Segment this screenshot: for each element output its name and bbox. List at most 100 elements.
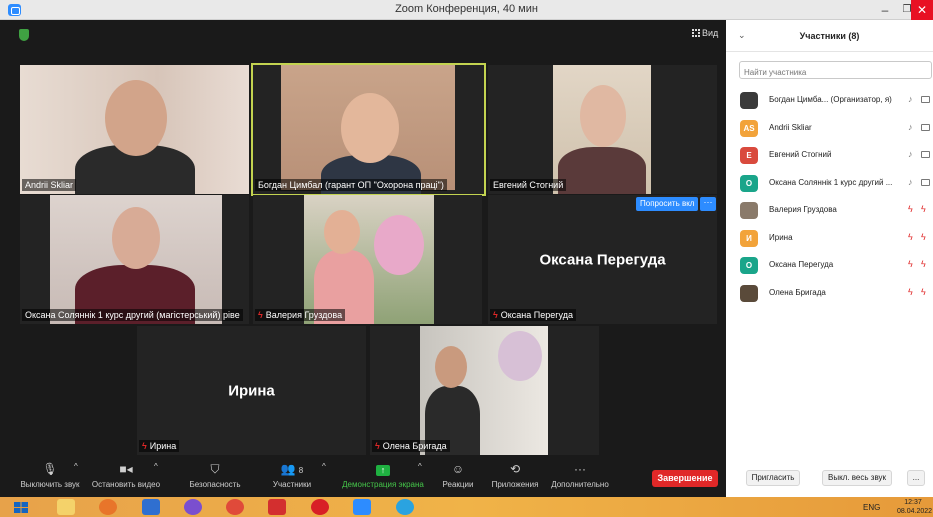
- video-tile[interactable]: Евгений Стогний: [488, 65, 717, 194]
- file-explorer-icon[interactable]: [57, 499, 75, 515]
- video-tile[interactable]: ϟ Олена Бригада: [370, 326, 599, 455]
- tile-name-label: Евгений Стогний: [490, 179, 567, 191]
- participant-search-input[interactable]: [739, 61, 932, 79]
- participants-count: 8: [298, 466, 304, 475]
- tile-name-label: Оксана Соляннік 1 курс другий (магістерс…: [22, 309, 243, 321]
- windows-start-icon[interactable]: [12, 499, 30, 515]
- video-tile[interactable]: Оксана Соляннік 1 курс другий (магістерс…: [20, 195, 249, 324]
- microphone-icon[interactable]: ♪: [908, 149, 913, 159]
- video-tile-active-speaker[interactable]: Богдан Цимбал (гарант ОП "Охорона праці"…: [251, 63, 486, 196]
- participant-row[interactable]: О Оксана Соляннік 1 курс другий ... ♪: [726, 170, 933, 196]
- avatar: AS: [740, 119, 758, 137]
- document-icon[interactable]: [142, 499, 160, 515]
- video-camera-icon[interactable]: [921, 178, 930, 186]
- participant-row[interactable]: Е Евгений Стогний ♪: [726, 142, 933, 168]
- participant-name: Олена Бригада: [769, 287, 826, 297]
- mic-muted-icon: ϟ: [142, 441, 147, 451]
- participant-row[interactable]: Богдан Цимба... (Организатор, я) ♪: [726, 87, 933, 113]
- reactions-label: Реакции: [442, 480, 474, 489]
- mic-muted-icon[interactable]: ϟ: [908, 287, 913, 297]
- windows-taskbar: ENG 12:37 08.04.2022: [0, 497, 933, 517]
- apps-label: Приложения: [491, 480, 539, 489]
- view-button[interactable]: Вид: [692, 28, 718, 38]
- participant-row[interactable]: И Ирина ϟ ϟ: [726, 225, 933, 251]
- reactions-button[interactable]: ☺ Реакции: [440, 462, 476, 489]
- apps-button[interactable]: ⟲ Приложения: [488, 462, 542, 489]
- video-camera-icon[interactable]: [921, 96, 930, 103]
- tile-name-label: Andrii Skliar: [22, 179, 77, 191]
- participant-row[interactable]: Олена Бригада ϟ ϟ: [726, 280, 933, 306]
- person-face: [324, 210, 360, 254]
- stop-video-button[interactable]: ■◂ Остановить видео: [90, 462, 162, 489]
- shield-icon[interactable]: [19, 29, 29, 41]
- viber-icon[interactable]: [184, 499, 202, 515]
- mic-muted-icon[interactable]: ϟ: [908, 259, 913, 269]
- close-button[interactable]: ✕: [911, 0, 933, 20]
- zoom-window: Zoom Конференция, 40 мин – ❐ ✕ Вид Andri…: [0, 0, 933, 517]
- microphone-icon: 🎙: [42, 462, 58, 476]
- share-screen-button[interactable]: ↑ Демонстрация экрана: [340, 462, 426, 489]
- participants-options-chevron-icon[interactable]: ^: [322, 462, 326, 471]
- mic-muted-icon[interactable]: ϟ: [908, 204, 913, 214]
- meeting-area: Вид Andrii Skliar Богдан Цимбал (гарант …: [0, 20, 726, 460]
- mic-muted-icon[interactable]: ϟ: [908, 232, 913, 242]
- person-face: [341, 93, 399, 163]
- participants-label: Участники: [272, 480, 312, 489]
- audio-options-chevron-icon[interactable]: ^: [74, 462, 78, 471]
- video-options-chevron-icon[interactable]: ^: [154, 462, 158, 471]
- video-feed: [20, 65, 249, 194]
- ask-to-unmute-button[interactable]: Попросить вкл: [636, 197, 699, 211]
- participant-name: Евгений Стогний: [769, 150, 832, 159]
- chrome-icon[interactable]: [226, 499, 244, 515]
- apps-icon: ⟲: [509, 462, 521, 476]
- participant-row[interactable]: О Оксана Перегуда ϟ ϟ: [726, 252, 933, 278]
- video-tile[interactable]: ϟ Валерия Груздова: [253, 195, 482, 324]
- participants-button[interactable]: 👥 8 Участники: [268, 462, 316, 489]
- opera-icon[interactable]: [311, 499, 329, 515]
- window-title: Zoom Конференция, 40 мин: [395, 3, 538, 15]
- video-tile[interactable]: Andrii Skliar: [20, 65, 249, 194]
- title-bar: Zoom Конференция, 40 мин – ❐ ✕: [0, 0, 933, 20]
- participant-row[interactable]: Валерия Груздова ϟ ϟ: [726, 197, 933, 223]
- video-off-icon[interactable]: ϟ: [921, 287, 926, 297]
- minimize-button[interactable]: –: [874, 0, 896, 20]
- microphone-icon[interactable]: ♪: [908, 122, 913, 132]
- video-off-icon[interactable]: ϟ: [921, 232, 926, 242]
- clock[interactable]: 12:37 08.04.2022: [897, 498, 933, 516]
- clock-date: 08.04.2022: [897, 508, 933, 515]
- microphone-icon[interactable]: ♪: [908, 177, 913, 187]
- video-camera-icon[interactable]: [921, 151, 930, 158]
- zoom-taskbar-icon[interactable]: [353, 499, 371, 515]
- invite-button[interactable]: Пригласить: [746, 470, 800, 486]
- person-face: [105, 80, 167, 156]
- mute-button[interactable]: 🎙 Выключить звук: [18, 462, 82, 489]
- language-indicator[interactable]: ENG: [863, 503, 880, 512]
- share-options-chevron-icon[interactable]: ^: [418, 462, 422, 471]
- video-tile[interactable]: Попросить вкл ··· Оксана Перегуда ϟ Оксан…: [488, 195, 717, 324]
- telegram-icon[interactable]: [396, 499, 414, 515]
- more-button[interactable]: ··· Дополнительно: [548, 462, 612, 489]
- panel-more-button[interactable]: ...: [907, 470, 925, 486]
- video-camera-icon: ■◂: [119, 462, 133, 476]
- participant-row[interactable]: AS Andrii Skliar ♪: [726, 115, 933, 141]
- video-off-icon[interactable]: ϟ: [921, 204, 926, 214]
- mute-all-button[interactable]: Выкл. весь звук: [822, 470, 892, 486]
- participant-name: Валерия Груздова: [769, 205, 837, 214]
- browser-icon[interactable]: [99, 499, 117, 515]
- security-button[interactable]: ⛉ Безопасность: [186, 462, 244, 489]
- microphone-icon[interactable]: ♪: [908, 94, 913, 104]
- end-meeting-button[interactable]: Завершение: [652, 470, 718, 487]
- mute-label: Выключить звук: [20, 480, 80, 489]
- mic-muted-icon: ϟ: [258, 310, 263, 320]
- more-dots-icon: ···: [574, 462, 586, 476]
- video-tile[interactable]: Ирина ϟ Ирина: [137, 326, 366, 455]
- tile-more-button[interactable]: ···: [700, 197, 716, 211]
- tile-name-label: ϟ Валерия Груздова: [255, 309, 346, 321]
- grid-icon: [692, 29, 700, 37]
- video-camera-icon[interactable]: [921, 123, 930, 131]
- tile-name-label: ϟ Олена Бригада: [372, 440, 450, 452]
- acrobat-icon[interactable]: [268, 499, 286, 515]
- participant-name: Оксана Соляннік 1 курс другий ...: [769, 177, 893, 187]
- video-off-icon[interactable]: ϟ: [921, 259, 926, 269]
- person-face: [435, 346, 467, 388]
